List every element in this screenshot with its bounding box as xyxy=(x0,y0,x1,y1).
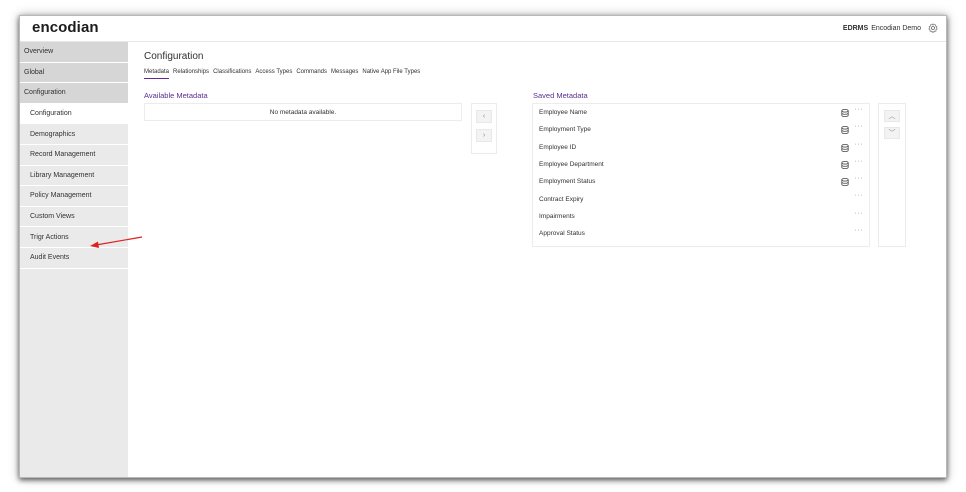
list-item-label: Impairments xyxy=(539,212,575,220)
sidebar-item-label: Configuration xyxy=(30,110,72,118)
database-icon xyxy=(841,109,849,117)
saved-metadata-list: Employee Name ··· Employment Type ··· Em… xyxy=(532,103,870,247)
database-icon xyxy=(841,178,849,187)
encodian-logo[interactable]: encodian xyxy=(32,19,99,36)
more-options-icon[interactable]: ··· xyxy=(855,141,864,148)
list-item-label: Employee Name xyxy=(539,109,588,117)
database-icon xyxy=(841,160,849,169)
list-item[interactable]: Approval Status ··· xyxy=(533,225,869,242)
sidebar-item-label: Library Management xyxy=(30,171,95,179)
tab-metadata[interactable]: Metadata xyxy=(144,69,170,79)
main-content: Configuration Metadata Relationships Cla… xyxy=(128,42,946,477)
more-options-icon[interactable]: ··· xyxy=(855,192,864,199)
list-item[interactable]: Employment Status ··· xyxy=(533,173,869,190)
available-metadata-list[interactable]: No metadata available. xyxy=(144,103,462,121)
database-icon xyxy=(841,143,849,152)
list-item[interactable]: Contract Expiry ··· xyxy=(533,190,869,207)
list-item[interactable]: Employee Department ··· xyxy=(533,156,869,173)
sidebar-item-label: Configuration xyxy=(24,89,66,97)
sidebar-item-label: Record Management xyxy=(30,151,96,159)
tab-access-types[interactable]: Access Types xyxy=(255,69,292,79)
tab-commands[interactable]: Commands xyxy=(296,69,327,79)
move-left-button[interactable]: ‹ xyxy=(476,110,492,123)
more-options-icon[interactable]: ··· xyxy=(855,227,864,234)
page-title: Configuration xyxy=(144,51,204,62)
list-item[interactable]: Employee ID ··· xyxy=(533,139,869,156)
sidebar-item-label: Audit Events xyxy=(30,254,70,262)
sidebar-item-label: Trigr Actions xyxy=(30,233,69,241)
sidebar-item-configuration-group[interactable]: Configuration xyxy=(20,83,128,104)
move-down-button[interactable]: ﹀ xyxy=(884,127,900,139)
tab-native-app-file-types[interactable]: Native App File Types xyxy=(362,69,420,79)
org-name: EDRMS xyxy=(842,24,869,32)
available-metadata-heading: Available Metadata xyxy=(144,91,208,100)
move-right-button[interactable]: › xyxy=(476,129,492,142)
more-options-icon[interactable]: ··· xyxy=(855,210,864,217)
tab-messages[interactable]: Messages xyxy=(331,69,358,79)
list-item[interactable]: Employment Type ··· xyxy=(533,121,869,138)
sidebar-item-label: Overview xyxy=(24,48,54,56)
chevron-up-icon: ︿ xyxy=(888,113,896,120)
list-item-label: Approval Status xyxy=(539,230,585,238)
reorder-controls: ︿ ﹀ xyxy=(878,103,906,247)
list-item-label: Contract Expiry xyxy=(539,195,584,203)
sidebar-item-global[interactable]: Global xyxy=(20,62,128,84)
list-item-label: Employee Department xyxy=(539,161,604,169)
list-item-label: Employee ID xyxy=(539,143,577,151)
chevron-right-icon: › xyxy=(482,132,486,139)
top-bar: encodian EDRMS Encodian Demo xyxy=(20,16,946,42)
sidebar-item-label: Policy Management xyxy=(30,192,92,200)
gear-icon[interactable] xyxy=(928,23,938,33)
sidebar-item-audit-events[interactable]: Audit Events xyxy=(20,247,128,269)
more-options-icon[interactable]: ··· xyxy=(855,106,864,113)
more-options-icon[interactable]: ··· xyxy=(855,123,864,130)
sidebar-item-record-management[interactable]: Record Management xyxy=(20,144,128,166)
tab-classifications[interactable]: Classifications xyxy=(213,69,251,79)
app-window: encodian EDRMS Encodian Demo Overview Gl… xyxy=(19,15,947,478)
sidebar-nav: Overview Global Configuration Configurat… xyxy=(20,42,128,477)
sidebar-item-demographics[interactable]: Demographics xyxy=(20,124,128,145)
sidebar-item-label: Demographics xyxy=(30,130,76,138)
sidebar-item-library-management[interactable]: Library Management xyxy=(20,165,128,187)
more-options-icon[interactable]: ··· xyxy=(855,158,864,165)
chevron-left-icon: ‹ xyxy=(482,113,486,120)
transfer-controls: ‹ › xyxy=(471,103,497,154)
sidebar-item-custom-views[interactable]: Custom Views xyxy=(20,206,128,228)
database-icon xyxy=(841,126,849,135)
tab-relationships[interactable]: Relationships xyxy=(173,69,209,79)
empty-state-text: No metadata available. xyxy=(269,108,337,116)
list-item[interactable]: Impairments ··· xyxy=(533,208,869,225)
sidebar-item-label: Custom Views xyxy=(30,213,75,221)
list-item-label: Employment Status xyxy=(539,178,596,186)
list-item-label: Employment Type xyxy=(539,126,591,134)
sidebar-item-overview[interactable]: Overview xyxy=(20,42,128,63)
sidebar-item-policy-management[interactable]: Policy Management xyxy=(20,186,128,207)
tab-bar: Metadata Relationships Classifications A… xyxy=(144,69,420,79)
list-item[interactable]: Employee Name ··· xyxy=(533,104,869,121)
sidebar-item-configuration[interactable]: Configuration xyxy=(20,103,128,125)
saved-metadata-heading: Saved Metadata xyxy=(533,91,588,100)
user-area: EDRMS Encodian Demo xyxy=(843,23,938,33)
annotation-arrow-icon xyxy=(90,236,143,248)
chevron-down-icon: ﹀ xyxy=(888,130,896,137)
sidebar-item-label: Global xyxy=(24,68,45,76)
move-up-button[interactable]: ︿ xyxy=(884,110,900,122)
user-name: Encodian Demo xyxy=(871,24,921,32)
more-options-icon[interactable]: ··· xyxy=(855,175,864,182)
